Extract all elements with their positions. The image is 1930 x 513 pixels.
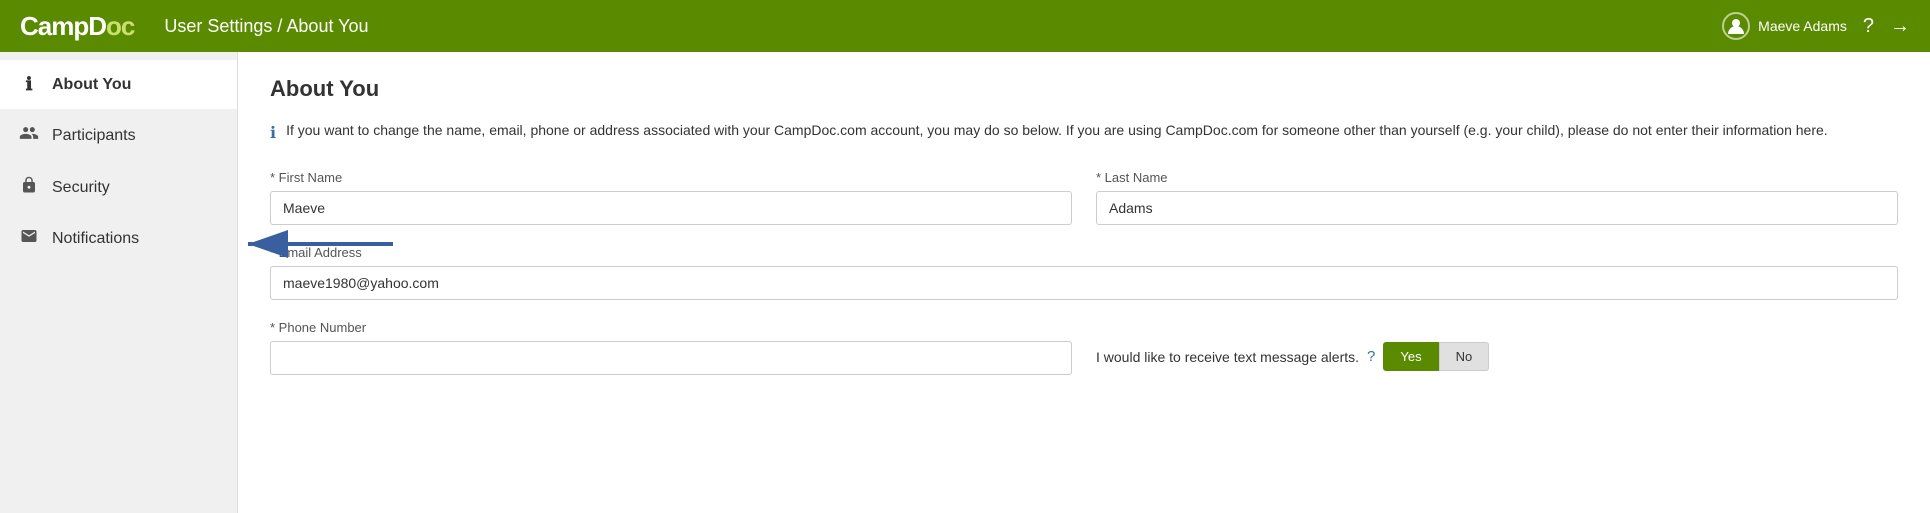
logo: CampDoc: [20, 11, 134, 42]
sidebar-label-participants: Participants: [52, 127, 136, 145]
email-group: * Email Address: [270, 245, 1898, 300]
info-box: ℹ If you want to change the name, email,…: [270, 120, 1898, 146]
text-alert-group: I would like to receive text message ale…: [1096, 320, 1898, 371]
email-row: * Email Address: [270, 245, 1898, 300]
sidebar: ℹ About You Participants: [0, 52, 238, 513]
info-text: If you want to change the name, email, p…: [286, 120, 1828, 141]
sidebar-item-participants[interactable]: Participants: [0, 109, 237, 162]
user-avatar-icon: [1722, 12, 1750, 40]
user-info: Maeve Adams: [1722, 12, 1847, 40]
header-right: Maeve Adams ? →: [1722, 12, 1910, 40]
first-name-input[interactable]: [270, 191, 1072, 225]
last-name-label: * Last Name: [1096, 170, 1898, 185]
participants-icon: [18, 123, 40, 148]
header: CampDoc User Settings / About You Maeve …: [0, 0, 1930, 52]
phone-label: * Phone Number: [270, 320, 1072, 335]
main-content: About You ℹ If you want to change the na…: [238, 52, 1930, 513]
sidebar-label-about-you: About You: [52, 76, 131, 94]
sidebar-item-notifications[interactable]: Notifications: [0, 213, 237, 264]
text-alert-help-icon[interactable]: ?: [1367, 348, 1375, 365]
last-name-input[interactable]: [1096, 191, 1898, 225]
info-circle-icon: ℹ: [270, 122, 276, 146]
first-name-label: * First Name: [270, 170, 1072, 185]
user-name: Maeve Adams: [1758, 18, 1847, 34]
sidebar-label-security: Security: [52, 179, 110, 197]
sidebar-label-notifications: Notifications: [52, 230, 139, 248]
sidebar-item-about-you[interactable]: ℹ About You: [0, 60, 237, 109]
page-title: About You: [270, 76, 1898, 102]
help-icon[interactable]: ?: [1863, 15, 1874, 38]
breadcrumb: User Settings / About You: [164, 16, 1722, 37]
text-alert-toggle: Yes No: [1383, 342, 1489, 371]
email-label: * Email Address: [270, 245, 1898, 260]
name-row: * First Name * Last Name: [270, 170, 1898, 225]
layout: ℹ About You Participants: [0, 52, 1930, 513]
lock-icon: [18, 176, 40, 199]
envelope-icon: [18, 227, 40, 250]
phone-row: * Phone Number I would like to receive t…: [270, 320, 1898, 375]
toggle-no-button[interactable]: No: [1439, 342, 1490, 371]
phone-group: * Phone Number: [270, 320, 1072, 375]
last-name-group: * Last Name: [1096, 170, 1898, 225]
logout-icon[interactable]: →: [1890, 15, 1910, 38]
sidebar-item-security[interactable]: Security: [0, 162, 237, 213]
toggle-yes-button[interactable]: Yes: [1383, 342, 1438, 371]
logo-doc: oc: [106, 11, 134, 41]
info-icon: ℹ: [18, 74, 40, 95]
phone-input[interactable]: [270, 341, 1072, 375]
first-name-group: * First Name: [270, 170, 1072, 225]
logo-camp: CampD: [20, 11, 106, 41]
text-alert-label: I would like to receive text message ale…: [1096, 349, 1359, 365]
email-input[interactable]: [270, 266, 1898, 300]
